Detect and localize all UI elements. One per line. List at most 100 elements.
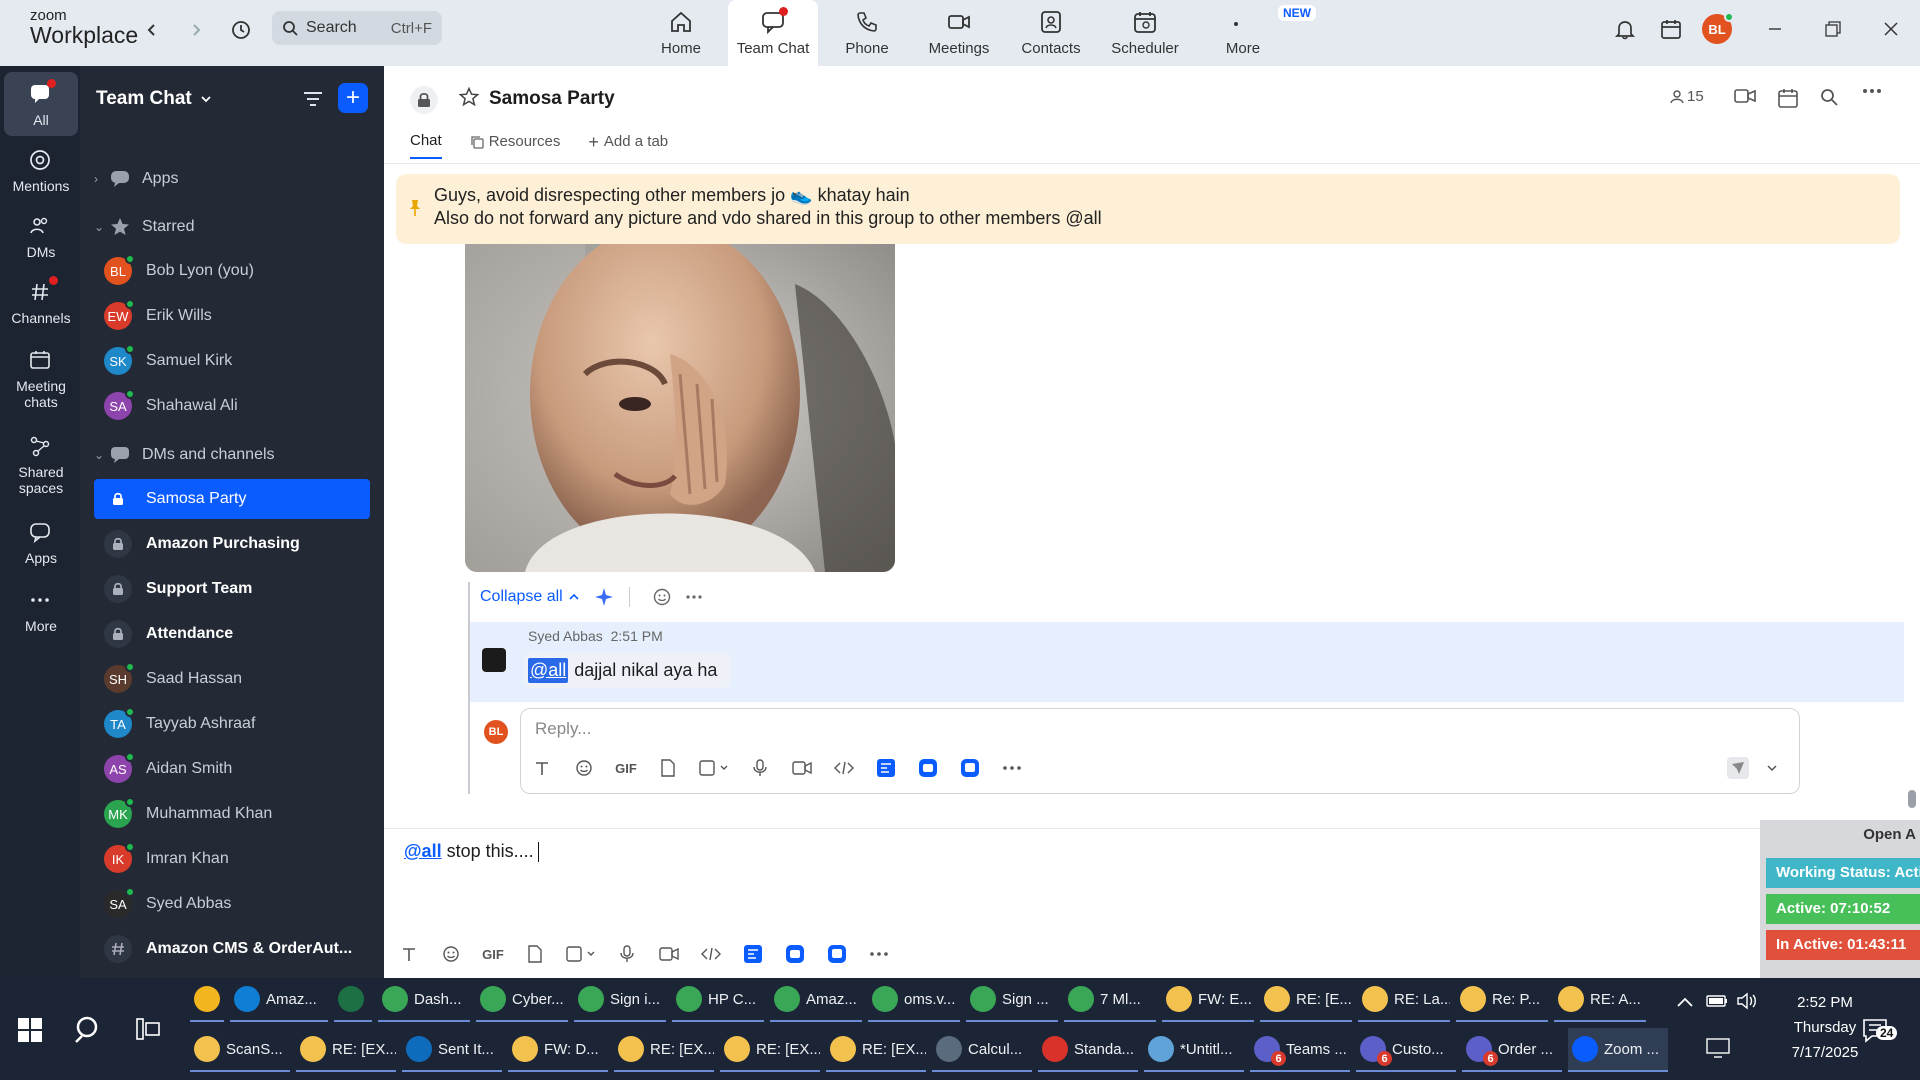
- rail-shared-spaces[interactable]: Shared spaces: [4, 434, 78, 496]
- dm-item[interactable]: TA Tayyab Ashraaf: [94, 704, 370, 744]
- dm-item[interactable]: SH Saad Hassan: [94, 659, 370, 699]
- filter-icon[interactable]: [302, 88, 324, 110]
- app-icon-3[interactable]: [816, 941, 858, 967]
- calendar-icon[interactable]: [1778, 88, 1798, 108]
- pinned-message-banner[interactable]: Guys, avoid disrespecting other members …: [396, 174, 1900, 244]
- notification-center-icon[interactable]: 24: [1862, 1018, 1898, 1044]
- taskbar-search-icon[interactable]: [74, 1014, 104, 1044]
- taskbar-app[interactable]: Calcul...: [932, 1028, 1032, 1072]
- shared-image[interactable]: [465, 244, 895, 572]
- taskbar-app[interactable]: RE: [EX...: [720, 1028, 820, 1072]
- send-icon[interactable]: [1717, 755, 1759, 781]
- taskbar-app[interactable]: Amaz...: [230, 978, 328, 1022]
- video-call-icon[interactable]: [1734, 88, 1756, 104]
- more-options-icon[interactable]: [1862, 88, 1882, 94]
- taskbar-app[interactable]: Amaz...: [770, 978, 862, 1022]
- channel-item[interactable]: Samosa Party: [94, 479, 370, 519]
- task-view-icon[interactable]: [136, 1018, 160, 1040]
- user-avatar[interactable]: BL: [1702, 12, 1734, 44]
- starred-item[interactable]: BL Bob Lyon (you): [94, 251, 370, 291]
- taskbar-app[interactable]: RE: La...: [1358, 978, 1450, 1022]
- volume-icon[interactable]: [1736, 992, 1758, 1010]
- taskbar-app[interactable]: Sign ...: [966, 978, 1058, 1022]
- emoji-icon[interactable]: [430, 941, 472, 967]
- taskbar-app[interactable]: Dash...: [378, 978, 470, 1022]
- taskbar-app[interactable]: oms.v...: [868, 978, 960, 1022]
- taskbar-app[interactable]: 6 Custo...: [1356, 1028, 1456, 1072]
- tab-resources[interactable]: Resources: [470, 132, 560, 159]
- nav-contacts[interactable]: Contacts: [1006, 0, 1096, 66]
- taskbar-app[interactable]: [334, 978, 372, 1022]
- taskbar-app[interactable]: Re: P...: [1456, 978, 1548, 1022]
- nav-home[interactable]: Home: [636, 0, 726, 66]
- text-format-icon[interactable]: [388, 941, 430, 967]
- restore-icon[interactable]: [1818, 14, 1848, 44]
- screenshot-icon[interactable]: [556, 941, 606, 967]
- taskbar-app[interactable]: Sign i...: [574, 978, 666, 1022]
- channel-item[interactable]: Support Team: [94, 569, 370, 609]
- gif-icon[interactable]: GIF: [472, 941, 514, 967]
- taskbar-app[interactable]: Zoom ...: [1568, 1028, 1668, 1072]
- send-options-chevron-icon[interactable]: [1759, 755, 1785, 781]
- taskbar-app[interactable]: ScanS...: [190, 1028, 290, 1072]
- sidebar-title[interactable]: Team Chat: [96, 88, 212, 110]
- more-dots-icon[interactable]: [858, 941, 900, 967]
- search-input[interactable]: Search Ctrl+F: [272, 11, 442, 45]
- back-arrow-icon[interactable]: [138, 16, 166, 44]
- channel-item[interactable]: Attendance: [94, 614, 370, 654]
- message-author[interactable]: Syed Abbas: [528, 628, 603, 644]
- reply-input[interactable]: Reply... GIF: [520, 708, 1800, 794]
- show-hidden-icons-chevron[interactable]: [1676, 996, 1694, 1008]
- taskbar-app[interactable]: RE: [EX...: [614, 1028, 714, 1072]
- more-dots-icon[interactable]: [991, 755, 1033, 781]
- dm-item[interactable]: SA Syed Abbas: [94, 884, 370, 924]
- text-format-icon[interactable]: [521, 755, 563, 781]
- minimize-icon[interactable]: [1760, 14, 1790, 44]
- mention-all[interactable]: @all: [528, 657, 569, 683]
- message-composer[interactable]: @all stop this.... GIF: [384, 828, 1760, 978]
- code-icon[interactable]: [823, 755, 865, 781]
- notifications-bell-icon[interactable]: [1610, 14, 1640, 44]
- taskbar-app[interactable]: FW: D...: [508, 1028, 608, 1072]
- scrollbar-thumb[interactable]: [1908, 790, 1916, 808]
- taskbar-app[interactable]: Sent It...: [402, 1028, 502, 1072]
- rail-mentions[interactable]: Mentions: [4, 148, 78, 194]
- calendar-app-icon[interactable]: [1656, 14, 1686, 44]
- tab-add[interactable]: + Add a tab: [588, 132, 668, 159]
- taskbar-app[interactable]: [190, 978, 224, 1022]
- dm-item[interactable]: IK Imran Khan: [94, 839, 370, 879]
- taskbar-app[interactable]: RE: [EX...: [296, 1028, 396, 1072]
- taskbar-app[interactable]: 6 Order ...: [1462, 1028, 1562, 1072]
- app-icon-2[interactable]: [774, 941, 816, 967]
- display-icon[interactable]: [1706, 1038, 1730, 1058]
- microphone-icon[interactable]: [739, 755, 781, 781]
- taskbar-app[interactable]: RE: A...: [1554, 978, 1646, 1022]
- member-count-button[interactable]: 15: [1670, 88, 1704, 105]
- nav-scheduler[interactable]: Scheduler: [1100, 0, 1190, 66]
- video-message-icon[interactable]: [648, 941, 690, 967]
- forward-arrow-icon[interactable]: [182, 16, 210, 44]
- rail-meeting-chats[interactable]: Meeting chats: [4, 348, 78, 410]
- rail-all[interactable]: All: [4, 72, 78, 136]
- sender-avatar[interactable]: [482, 648, 506, 672]
- windows-start-icon[interactable]: [18, 1018, 42, 1042]
- starred-item[interactable]: SK Samuel Kirk: [94, 341, 370, 381]
- taskbar-app[interactable]: *Untitl...: [1144, 1028, 1244, 1072]
- close-icon[interactable]: [1876, 14, 1906, 44]
- section-starred[interactable]: ⌄ Starred: [94, 207, 370, 247]
- section-dms-channels[interactable]: ⌄ DMs and channels: [94, 435, 370, 475]
- work-status-widget[interactable]: Open A Working Status: Acti Active: 07:1…: [1760, 820, 1920, 978]
- rail-channels[interactable]: Channels: [4, 276, 78, 326]
- starred-item[interactable]: EW Erik Wills: [94, 296, 370, 336]
- taskbar-app[interactable]: Standa...: [1038, 1028, 1138, 1072]
- nav-team-chat[interactable]: Team Chat: [728, 0, 818, 66]
- app-icon-1[interactable]: [865, 755, 907, 781]
- app-icon-3[interactable]: [949, 755, 991, 781]
- taskbar-app[interactable]: Cyber...: [476, 978, 568, 1022]
- taskbar-app[interactable]: FW: E...: [1162, 978, 1254, 1022]
- add-reaction-icon[interactable]: [652, 587, 672, 607]
- ai-sparkle-icon[interactable]: [593, 586, 615, 608]
- search-icon[interactable]: [1820, 88, 1838, 106]
- rail-dms[interactable]: DMs: [4, 214, 78, 260]
- code-icon[interactable]: [690, 941, 732, 967]
